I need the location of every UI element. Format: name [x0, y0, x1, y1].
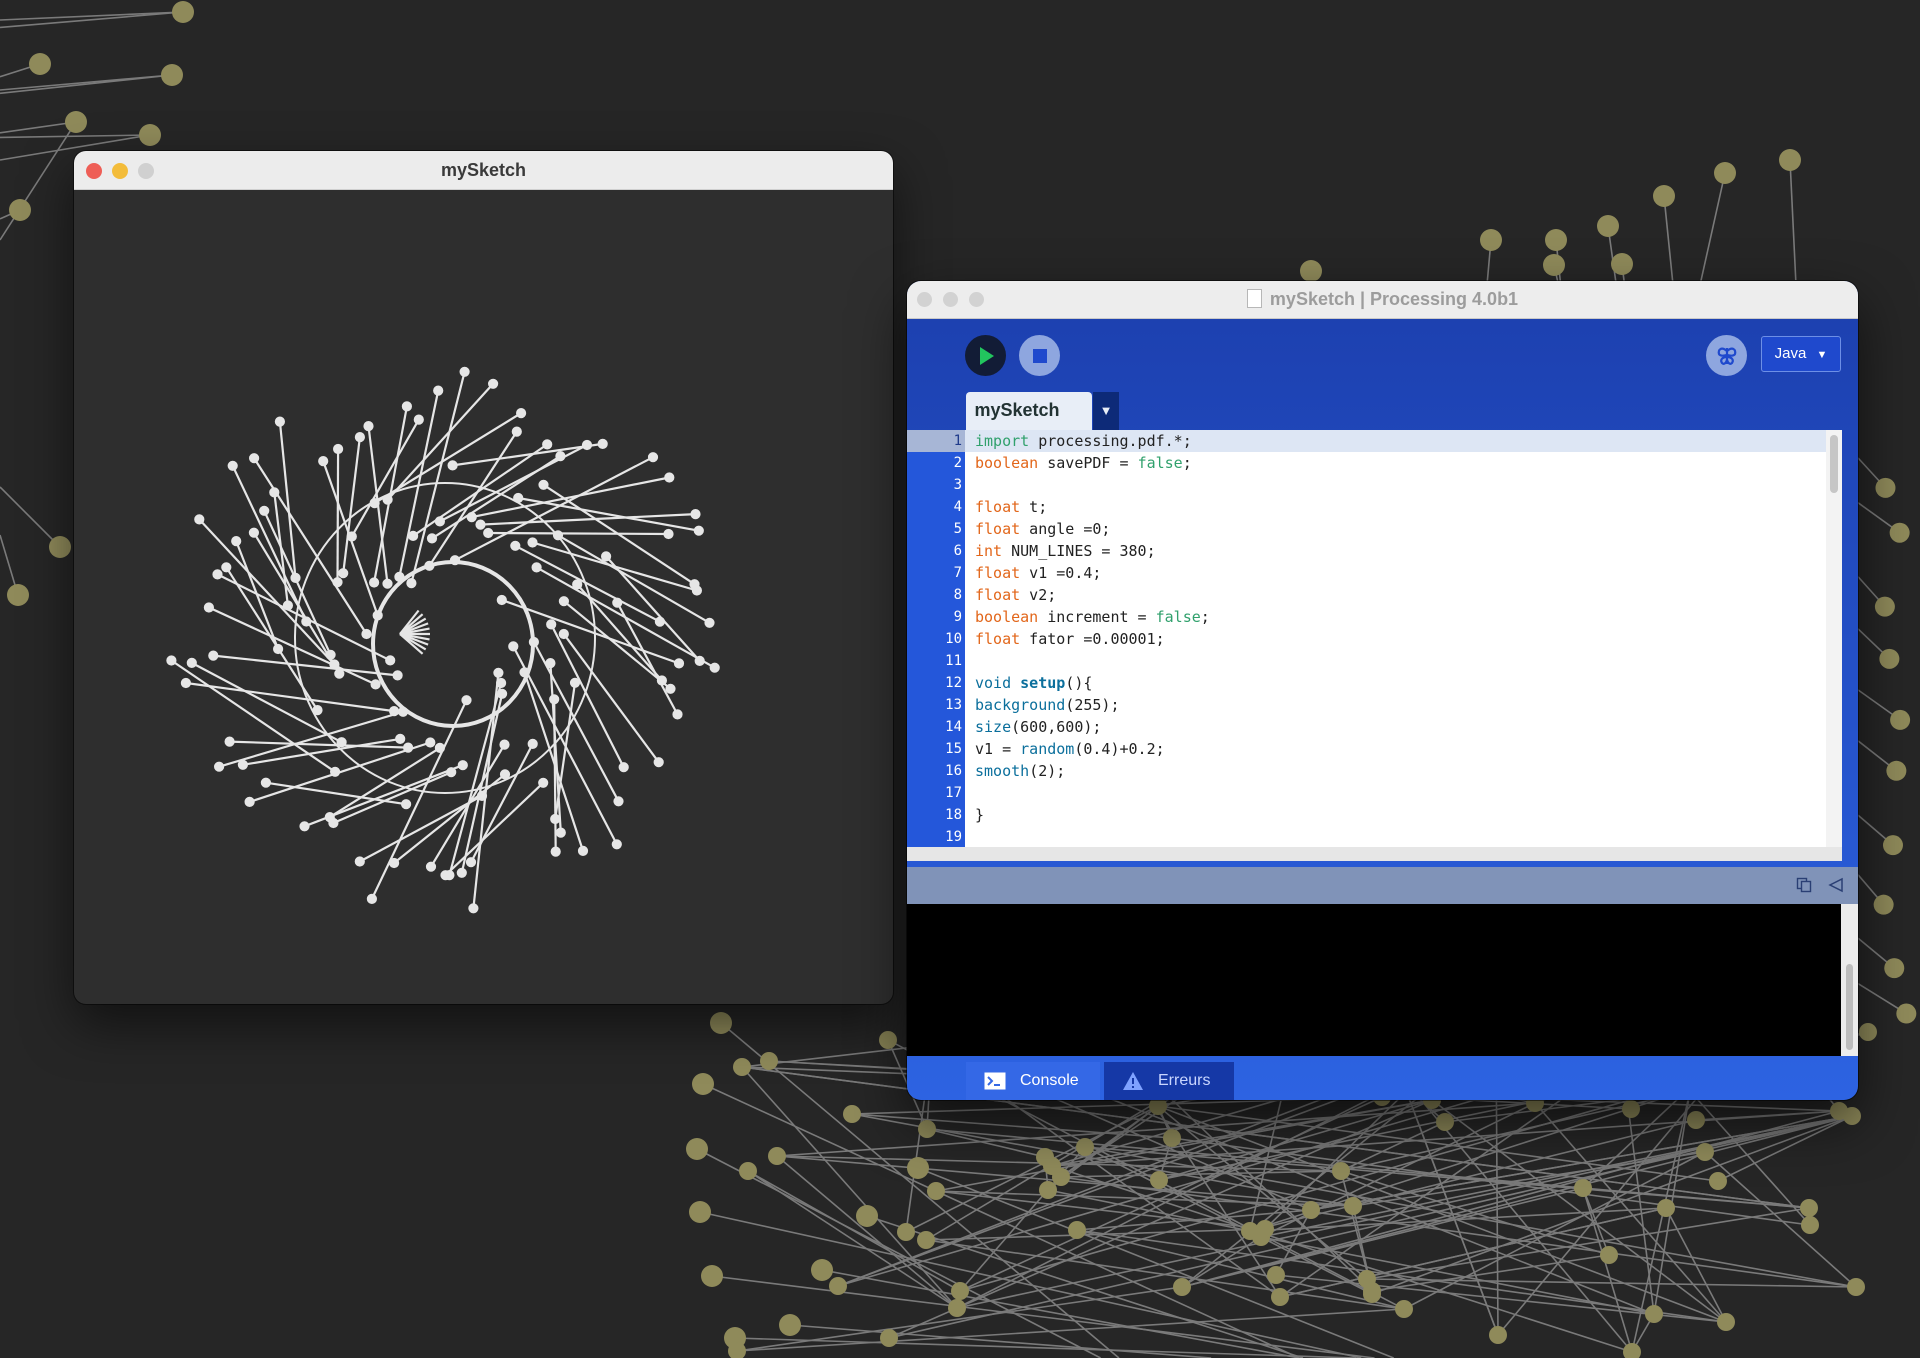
mode-selector[interactable]: Java ▼: [1761, 336, 1841, 372]
line-number: 16: [945, 763, 962, 779]
line-number: 15: [945, 741, 962, 757]
code-text: size(600,600);: [975, 718, 1102, 736]
editor-vertical-scrollbar[interactable]: [1826, 430, 1842, 847]
play-icon: [979, 346, 994, 365]
code-text: float v2;: [975, 586, 1057, 604]
run-button[interactable]: [965, 335, 1006, 376]
tab-mysketch[interactable]: mySketch: [966, 392, 1092, 430]
line-number: 4: [953, 499, 962, 515]
stop-button[interactable]: [1019, 335, 1060, 376]
tab-errors-label: Erreurs: [1158, 1072, 1211, 1089]
code-lines: 1 import processing.pdf.*; 2 boolean savePD…: [907, 430, 1842, 848]
code-text: smooth(2);: [975, 762, 1066, 780]
line-number: 2: [953, 455, 962, 471]
ide-toolbar: Java ▼: [907, 318, 1858, 392]
tab-console-label: Console: [1020, 1072, 1079, 1089]
code-line[interactable]: 8 float v2;: [907, 584, 1842, 606]
code-line[interactable]: 16 smooth(2);: [907, 760, 1842, 782]
line-number: 17: [945, 785, 962, 801]
code-line[interactable]: 3: [907, 474, 1842, 496]
code-line[interactable]: 15 v1 = random(0.4)+0.2;: [907, 738, 1842, 760]
scrollbar-thumb[interactable]: [1830, 435, 1838, 493]
collapse-triangle-icon[interactable]: [1828, 877, 1844, 893]
line-number: 13: [945, 697, 962, 713]
code-line[interactable]: 11: [907, 650, 1842, 672]
line-number: 14: [945, 719, 962, 735]
console-output[interactable]: [907, 904, 1841, 1056]
line-number: 10: [945, 631, 962, 647]
debugger-button[interactable]: [1706, 335, 1747, 376]
code-line[interactable]: 5 float angle =0;: [907, 518, 1842, 540]
ide-window-title: mySketch | Processing 4.0b1: [907, 289, 1858, 310]
code-text: background(255);: [975, 696, 1120, 714]
stop-icon: [1032, 348, 1047, 363]
line-number: 18: [945, 807, 962, 823]
code-text: import processing.pdf.*;: [975, 432, 1192, 450]
scrollbar-thumb[interactable]: [1846, 964, 1853, 1050]
processing-ide-window: mySketch | Processing 4.0b1 Java ▼ mySke…: [907, 281, 1858, 1100]
code-line[interactable]: 17: [907, 782, 1842, 804]
code-text: v1 = random(0.4)+0.2;: [975, 740, 1165, 758]
sketch-window-title: mySketch: [440, 160, 527, 180]
line-number: 19: [945, 829, 962, 845]
sketch-window-titlebar[interactable]: mySketch: [74, 151, 893, 190]
line-number: 7: [953, 565, 962, 581]
code-line[interactable]: 7 float v1 =0.4;: [907, 562, 1842, 584]
line-number: 3: [953, 477, 962, 493]
ide-window-title-text: mySketch | Processing 4.0b1: [1269, 289, 1519, 309]
code-line[interactable]: 18}: [907, 804, 1842, 826]
editor-status-bar: [907, 867, 1858, 904]
bottom-panel-tabs: Console Erreurs: [907, 1056, 1858, 1100]
code-line[interactable]: 9 boolean increment = false;: [907, 606, 1842, 628]
line-number: 6: [953, 543, 962, 559]
code-text: int NUM_LINES = 380;: [975, 542, 1156, 560]
document-icon: [1246, 289, 1262, 308]
line-number: 11: [945, 653, 962, 669]
line-number: 8: [953, 587, 962, 603]
ide-window-titlebar[interactable]: mySketch | Processing 4.0b1: [907, 281, 1858, 319]
code-text: boolean increment = false;: [975, 608, 1210, 626]
code-line[interactable]: 14 size(600,600);: [907, 716, 1842, 738]
code-line[interactable]: 13 background(255);: [907, 694, 1842, 716]
warning-icon: [1123, 1072, 1143, 1090]
code-line[interactable]: 12 void setup(){: [907, 672, 1842, 694]
line-number: 12: [945, 675, 962, 691]
tab-console[interactable]: Console: [966, 1062, 1100, 1100]
line-number: 5: [953, 521, 962, 537]
code-text: }: [975, 806, 985, 824]
mode-selector-label: Java: [1774, 345, 1807, 362]
copy-icon[interactable]: [1796, 877, 1812, 893]
code-line[interactable]: 10 float fator =0.00001;: [907, 628, 1842, 650]
sketch-canvas[interactable]: [74, 189, 893, 1004]
code-text: float v1 =0.4;: [975, 564, 1102, 582]
tab-errors[interactable]: Erreurs: [1104, 1062, 1234, 1100]
caret-down-icon: ▼: [1099, 403, 1113, 418]
code-editor[interactable]: 1 import processing.pdf.*; 2 boolean savePD…: [907, 430, 1842, 847]
sketch-tab-bar: mySketch ▼: [907, 392, 1858, 430]
code-line[interactable]: 4 float t;: [907, 496, 1842, 518]
console-scrollbar[interactable]: [1841, 904, 1858, 1056]
code-line[interactable]: 6 int NUM_LINES = 380;: [907, 540, 1842, 562]
sketch-output-window: mySketch: [74, 151, 893, 1004]
code-line[interactable]: 2 boolean savePDF = false;: [907, 452, 1842, 474]
code-line[interactable]: 1 import processing.pdf.*;: [907, 430, 1842, 452]
line-number: 1: [907, 430, 965, 452]
code-text: float t;: [975, 498, 1048, 516]
code-line[interactable]: 19: [907, 826, 1842, 848]
code-text: boolean savePDF = false;: [975, 454, 1192, 472]
editor-horizontal-scrollbar[interactable]: [907, 847, 1842, 861]
terminal-icon: [984, 1072, 1006, 1090]
line-number: 9: [953, 609, 962, 625]
butterfly-debugger-icon: [1717, 347, 1736, 365]
caret-down-icon: ▼: [1816, 349, 1828, 361]
code-text: float angle =0;: [975, 520, 1111, 538]
code-text: float fator =0.00001;: [975, 630, 1165, 648]
code-text: void setup(){: [975, 674, 1093, 692]
tab-menu-button[interactable]: ▼: [1093, 392, 1119, 430]
